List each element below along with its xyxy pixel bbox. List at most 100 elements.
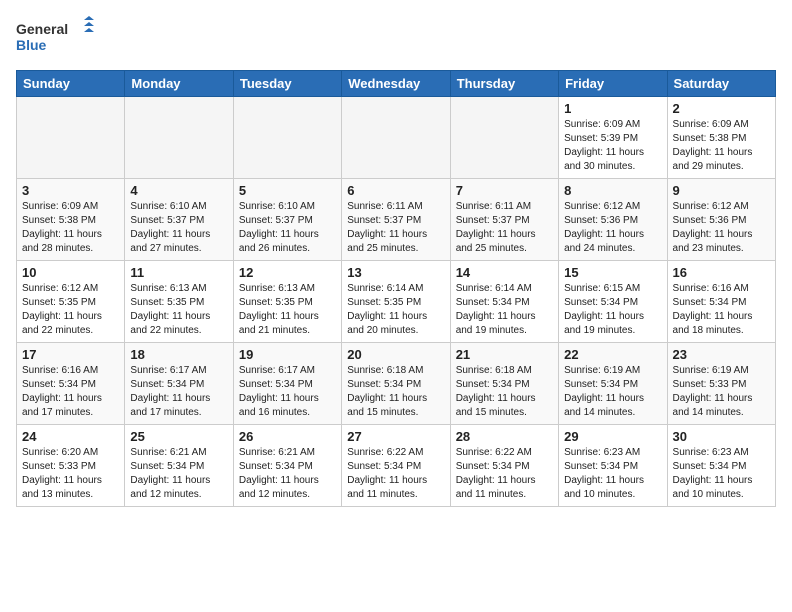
day-info: Sunrise: 6:17 AMSunset: 5:34 PMDaylight:…	[239, 364, 336, 420]
day-info: Sunrise: 6:18 AMSunset: 5:34 PMDaylight:…	[456, 364, 553, 420]
calendar-week-row: 1 Sunrise: 6:09 AMSunset: 5:39 PMDaylight…	[17, 97, 776, 179]
calendar-week-row: 10 Sunrise: 6:12 AMSunset: 5:35 PMDayligh…	[17, 261, 776, 343]
day-info: Sunrise: 6:20 AMSunset: 5:33 PMDaylight:…	[22, 446, 119, 502]
calendar-day-cell	[342, 97, 450, 179]
calendar-day-cell: 10 Sunrise: 6:12 AMSunset: 5:35 PMDayligh…	[17, 261, 125, 343]
day-number: 23	[673, 347, 770, 362]
calendar-day-cell: 20Sunrise: 6:18 AMSunset: 5:34 PMDayligh…	[342, 343, 450, 425]
day-number: 25	[130, 429, 227, 444]
day-number: 10	[22, 265, 119, 280]
day-number: 14	[456, 265, 553, 280]
day-number: 6	[347, 183, 444, 198]
calendar-day-cell: 25 Sunrise: 6:21 AMSunset: 5:34 PMDayligh…	[125, 425, 233, 507]
calendar-table: SundayMondayTuesdayWednesdayThursdayFrid…	[16, 70, 776, 507]
calendar-day-cell	[450, 97, 558, 179]
calendar-day-cell: 19 Sunrise: 6:17 AMSunset: 5:34 PMDayligh…	[233, 343, 341, 425]
weekday-header: Monday	[125, 71, 233, 97]
day-info: Sunrise: 6:09 AMSunset: 5:38 PMDaylight:…	[22, 200, 119, 256]
day-info: Sunrise: 6:10 AMSunset: 5:37 PMDaylight:…	[239, 200, 336, 256]
day-info: Sunrise: 6:19 AMSunset: 5:34 PMDaylight:…	[564, 364, 661, 420]
day-number: 7	[456, 183, 553, 198]
day-info: Sunrise: 6:11 AMSunset: 5:37 PMDaylight:…	[347, 200, 444, 256]
day-info: Sunrise: 6:16 AMSunset: 5:34 PMDaylight:…	[22, 364, 119, 420]
calendar-day-cell	[125, 97, 233, 179]
calendar-day-cell: 22Sunrise: 6:19 AMSunset: 5:34 PMDayligh…	[559, 343, 667, 425]
calendar-week-row: 24 Sunrise: 6:20 AMSunset: 5:33 PMDayligh…	[17, 425, 776, 507]
calendar-day-cell: 17 Sunrise: 6:16 AMSunset: 5:34 PMDayligh…	[17, 343, 125, 425]
calendar-day-cell: 9 Sunrise: 6:12 AMSunset: 5:36 PMDaylight…	[667, 179, 775, 261]
day-number: 9	[673, 183, 770, 198]
weekday-header: Tuesday	[233, 71, 341, 97]
day-info: Sunrise: 6:13 AMSunset: 5:35 PMDaylight:…	[130, 282, 227, 338]
calendar-day-cell	[233, 97, 341, 179]
day-number: 19	[239, 347, 336, 362]
day-number: 8	[564, 183, 661, 198]
svg-text:Blue: Blue	[16, 37, 47, 53]
day-number: 28	[456, 429, 553, 444]
day-info: Sunrise: 6:12 AMSunset: 5:36 PMDaylight:…	[564, 200, 661, 256]
day-info: Sunrise: 6:14 AMSunset: 5:34 PMDaylight:…	[456, 282, 553, 338]
calendar-day-cell: 24 Sunrise: 6:20 AMSunset: 5:33 PMDayligh…	[17, 425, 125, 507]
weekday-header: Thursday	[450, 71, 558, 97]
day-number: 15	[564, 265, 661, 280]
day-info: Sunrise: 6:21 AMSunset: 5:34 PMDaylight:…	[239, 446, 336, 502]
calendar-week-row: 3 Sunrise: 6:09 AMSunset: 5:38 PMDaylight…	[17, 179, 776, 261]
day-number: 21	[456, 347, 553, 362]
logo: General Blue	[16, 16, 96, 60]
calendar-day-cell: 4 Sunrise: 6:10 AMSunset: 5:37 PMDaylight…	[125, 179, 233, 261]
calendar-day-cell: 3 Sunrise: 6:09 AMSunset: 5:38 PMDaylight…	[17, 179, 125, 261]
day-number: 13	[347, 265, 444, 280]
calendar-day-cell: 7Sunrise: 6:11 AMSunset: 5:37 PMDaylight…	[450, 179, 558, 261]
day-number: 17	[22, 347, 119, 362]
page-header: General Blue	[16, 16, 776, 60]
day-info: Sunrise: 6:12 AMSunset: 5:36 PMDaylight:…	[673, 200, 770, 256]
calendar-day-cell: 8 Sunrise: 6:12 AMSunset: 5:36 PMDaylight…	[559, 179, 667, 261]
day-info: Sunrise: 6:22 AMSunset: 5:34 PMDaylight:…	[347, 446, 444, 502]
calendar-day-cell: 13 Sunrise: 6:14 AMSunset: 5:35 PMDayligh…	[342, 261, 450, 343]
calendar-day-cell: 14 Sunrise: 6:14 AMSunset: 5:34 PMDayligh…	[450, 261, 558, 343]
day-info: Sunrise: 6:23 AMSunset: 5:34 PMDaylight:…	[673, 446, 770, 502]
day-number: 18	[130, 347, 227, 362]
day-number: 1	[564, 101, 661, 116]
day-number: 30	[673, 429, 770, 444]
day-number: 27	[347, 429, 444, 444]
calendar-day-cell: 23Sunrise: 6:19 AMSunset: 5:33 PMDayligh…	[667, 343, 775, 425]
day-number: 2	[673, 101, 770, 116]
day-info: Sunrise: 6:21 AMSunset: 5:34 PMDaylight:…	[130, 446, 227, 502]
day-info: Sunrise: 6:12 AMSunset: 5:35 PMDaylight:…	[22, 282, 119, 338]
day-number: 4	[130, 183, 227, 198]
weekday-header: Sunday	[17, 71, 125, 97]
day-number: 12	[239, 265, 336, 280]
day-info: Sunrise: 6:09 AMSunset: 5:39 PMDaylight:…	[564, 118, 661, 174]
calendar-day-cell: 16 Sunrise: 6:16 AMSunset: 5:34 PMDayligh…	[667, 261, 775, 343]
svg-text:General: General	[16, 21, 68, 37]
calendar-day-cell: 29Sunrise: 6:23 AMSunset: 5:34 PMDayligh…	[559, 425, 667, 507]
calendar-day-cell	[17, 97, 125, 179]
day-info: Sunrise: 6:13 AMSunset: 5:35 PMDaylight:…	[239, 282, 336, 338]
day-info: Sunrise: 6:10 AMSunset: 5:37 PMDaylight:…	[130, 200, 227, 256]
day-number: 16	[673, 265, 770, 280]
day-info: Sunrise: 6:23 AMSunset: 5:34 PMDaylight:…	[564, 446, 661, 502]
weekday-header: Wednesday	[342, 71, 450, 97]
calendar-day-cell: 15Sunrise: 6:15 AMSunset: 5:34 PMDayligh…	[559, 261, 667, 343]
calendar-week-row: 17 Sunrise: 6:16 AMSunset: 5:34 PMDayligh…	[17, 343, 776, 425]
day-number: 20	[347, 347, 444, 362]
day-number: 24	[22, 429, 119, 444]
calendar-day-cell: 1 Sunrise: 6:09 AMSunset: 5:39 PMDaylight…	[559, 97, 667, 179]
calendar-day-cell: 28 Sunrise: 6:22 AMSunset: 5:34 PMDayligh…	[450, 425, 558, 507]
day-info: Sunrise: 6:17 AMSunset: 5:34 PMDaylight:…	[130, 364, 227, 420]
day-info: Sunrise: 6:14 AMSunset: 5:35 PMDaylight:…	[347, 282, 444, 338]
calendar-day-cell: 12 Sunrise: 6:13 AMSunset: 5:35 PMDayligh…	[233, 261, 341, 343]
day-number: 3	[22, 183, 119, 198]
calendar-day-cell: 11Sunrise: 6:13 AMSunset: 5:35 PMDayligh…	[125, 261, 233, 343]
calendar-day-cell: 18 Sunrise: 6:17 AMSunset: 5:34 PMDayligh…	[125, 343, 233, 425]
calendar-day-cell: 5 Sunrise: 6:10 AMSunset: 5:37 PMDaylight…	[233, 179, 341, 261]
day-info: Sunrise: 6:22 AMSunset: 5:34 PMDaylight:…	[456, 446, 553, 502]
day-info: Sunrise: 6:09 AMSunset: 5:38 PMDaylight:…	[673, 118, 770, 174]
weekday-header: Friday	[559, 71, 667, 97]
weekday-header-row: SundayMondayTuesdayWednesdayThursdayFrid…	[17, 71, 776, 97]
day-number: 5	[239, 183, 336, 198]
day-info: Sunrise: 6:16 AMSunset: 5:34 PMDaylight:…	[673, 282, 770, 338]
calendar-day-cell: 6 Sunrise: 6:11 AMSunset: 5:37 PMDaylight…	[342, 179, 450, 261]
day-number: 26	[239, 429, 336, 444]
